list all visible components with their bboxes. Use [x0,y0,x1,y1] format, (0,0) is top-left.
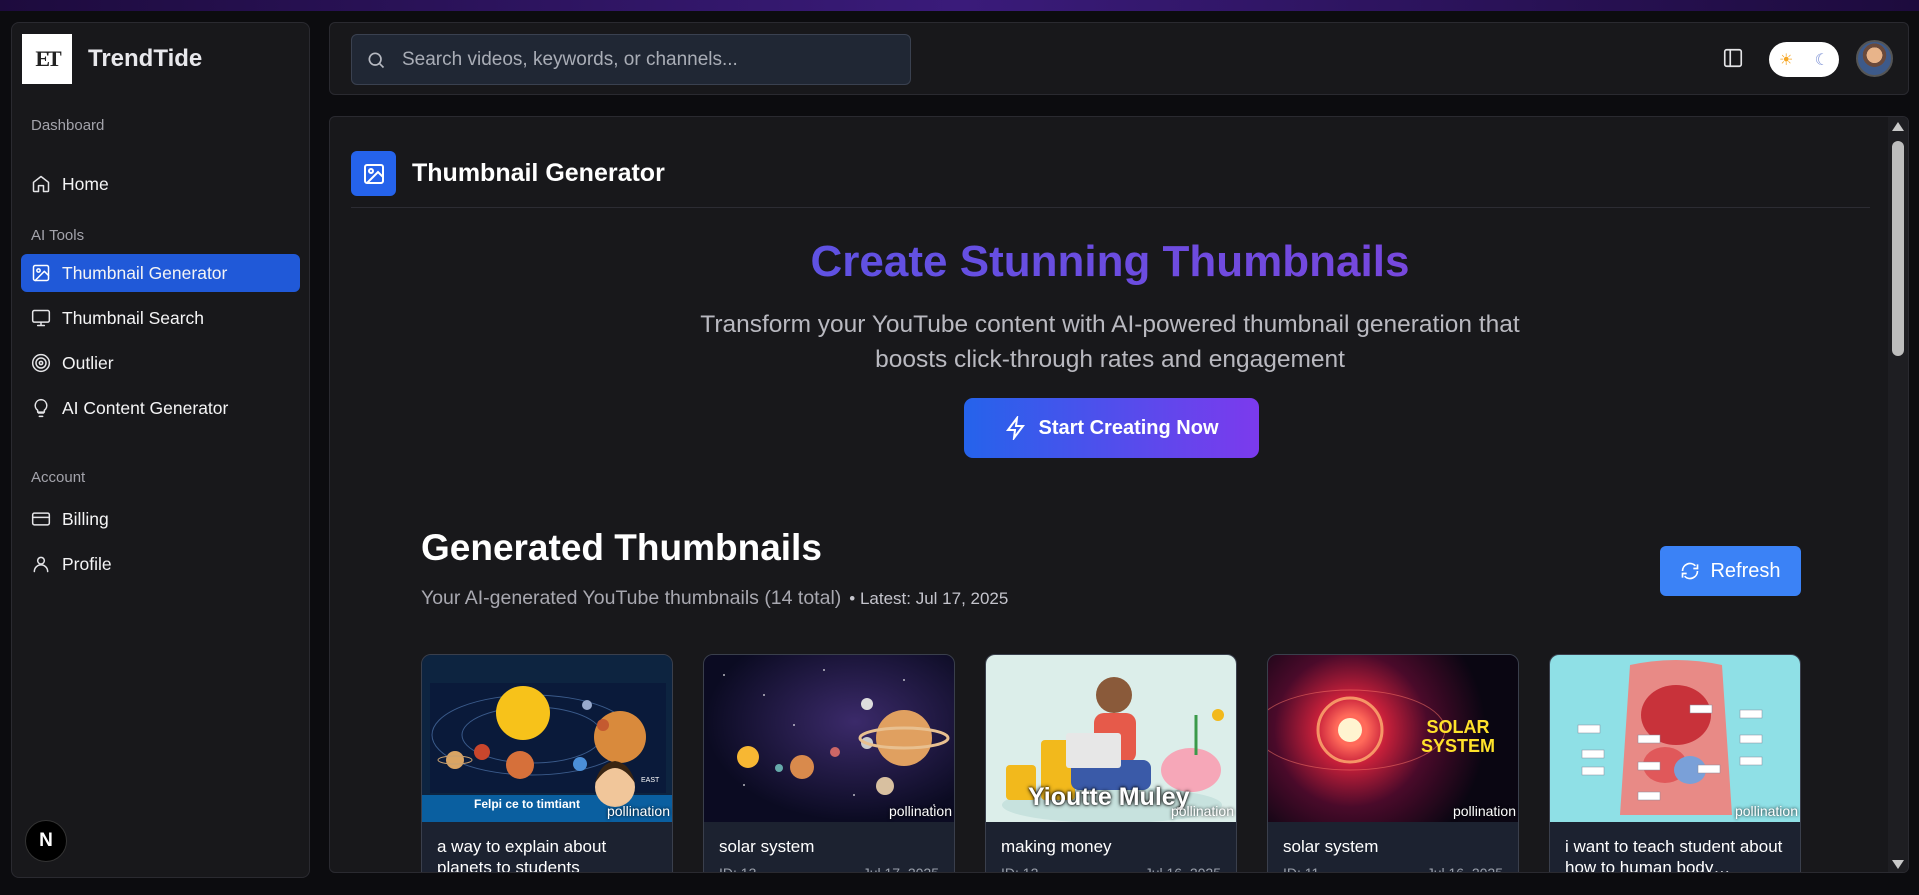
sidebar-item-billing[interactable]: Billing [21,500,300,538]
sidebar-item-thumbnail-generator[interactable]: Thumbnail Generator [21,254,300,292]
thumbnail-overlay-text: Felpi ce to timtiant [474,797,581,811]
watermark: pollination [1734,803,1798,819]
sidebar-item-home[interactable]: Home [21,165,300,203]
card-title: a way to explain about planets to studen… [437,837,607,873]
card-title: solar system [719,837,815,856]
thumbnail-card[interactable]: pollination i want to teach student abou… [1549,654,1801,873]
sidebar-item-label: Profile [62,553,112,574]
cta-label: Start Creating Now [1038,416,1219,439]
sun-icon: ☀ [1779,51,1794,69]
sidebar-toggle-button[interactable] [1722,47,1746,71]
scrollbar-thumb[interactable] [1892,141,1904,356]
watermark: pollination [888,803,952,819]
generated-title: Generated Thumbnails [421,527,822,568]
card-date: Jul 17, 2025 [862,865,939,873]
thumbnail-image[interactable]: Felpi ce to timtiant EAST pollination [422,655,672,822]
thumbnail-card[interactable]: Felpi ce to timtiant EAST pollination a … [421,654,673,873]
start-creating-button[interactable]: Start Creating Now [964,398,1259,458]
lightbulb-icon [34,398,48,418]
top-accent-bar [0,0,1919,11]
sidebar-item-profile[interactable]: Profile [21,545,300,583]
sidebar-item-label: Billing [62,508,109,529]
avatar[interactable] [1856,40,1893,77]
thumbnail-image[interactable]: Yioutte Muley pollination [986,655,1236,822]
generated-count: Your AI-generated YouTube thumbnails (14… [421,587,842,609]
image-icon [363,163,384,184]
sidebar-item-label: AI Content Generator [62,397,229,418]
space-illustration [723,669,950,806]
card-date: Jul 16, 2025 [1426,865,1503,873]
moon-icon: ☾ [1814,51,1829,69]
scrollbar[interactable] [1888,117,1908,872]
user-icon [33,556,49,573]
credit-card-icon [31,512,51,526]
refresh-button[interactable]: Refresh [1660,546,1801,596]
top-header: ☀ ☾ [329,22,1909,95]
panel-left-icon [1723,48,1743,68]
app-name[interactable]: TrendTide [88,45,202,73]
thumbnail-card[interactable]: SOLAR SYSTEM pollination solar system ID… [1267,654,1519,873]
card-meta: ID: 12 Jul 16, 2025 [1001,865,1221,873]
thumbnail-tag: EAST [641,777,660,784]
theme-toggle[interactable]: ☀ ☾ [1769,42,1839,77]
card-title: making money [1001,837,1112,856]
search-icon [368,52,385,68]
sidebar: ET TrendTide Dashboard Home AI Tools Thu… [11,22,310,878]
card-meta: ID: 11 Jul 16, 2025 [1283,865,1503,873]
hero-subtitle: Transform your YouTube content with AI-p… [700,311,1520,373]
sidebar-item-label: Outlier [62,352,114,373]
thumbnail-image[interactable]: SOLAR SYSTEM pollination [1268,655,1518,822]
sidebar-item-ai-content-generator[interactable]: AI Content Generator [21,389,300,427]
target-icon [31,353,51,373]
card-meta: ID: 13 Jul 17, 2025 [719,865,939,873]
page-header: Thumbnail Generator [351,151,665,196]
sidebar-section-account: Account [31,469,86,486]
sidebar-item-outlier[interactable]: Outlier [21,344,300,382]
thumbnail-image[interactable]: pollination [704,655,954,822]
watermark: pollination [1452,803,1516,819]
divider [351,207,1870,208]
sidebar-item-label: Thumbnail Generator [62,262,228,283]
next-badge[interactable]: N [25,820,67,862]
card-title: i want to teach student about how to hum… [1565,837,1783,873]
card-id: ID: 13 [719,865,757,873]
sidebar-item-label: Home [62,173,109,194]
home-icon [32,175,50,193]
sidebar-section-dashboard: Dashboard [31,117,105,134]
card-id: ID: 12 [1001,865,1039,873]
scroll-up-arrow[interactable] [1892,122,1904,131]
refresh-label: Refresh [1710,559,1781,582]
sidebar-section-ai-tools: AI Tools [31,227,85,244]
monitor-icon [31,309,51,327]
thumbnail-overlay-text: SOLAR SYSTEM [1420,717,1495,756]
latest-date: • Latest: Jul 17, 2025 [849,589,1009,608]
page-icon [351,151,396,196]
zap-icon [1006,416,1026,440]
refresh-icon [1682,562,1699,580]
main-content: Thumbnail Generator Create Stunning Thum… [329,116,1909,873]
hero-title: Create Stunning Thumbnails [330,237,1890,287]
sidebar-item-label: Thumbnail Search [62,307,205,328]
app-logo[interactable]: ET [22,34,72,84]
watermark: pollination [606,803,670,819]
card-id: ID: 11 [1283,865,1320,873]
scroll-down-arrow[interactable] [1892,860,1904,869]
page-title: Thumbnail Generator [412,159,665,187]
thumbnail-card[interactable]: pollination solar system ID: 13 Jul 17, … [703,654,955,873]
watermark: pollination [1170,803,1234,819]
search-input[interactable] [402,48,882,71]
search-bar[interactable] [351,34,911,85]
sidebar-item-thumbnail-search[interactable]: Thumbnail Search [21,299,300,337]
image-icon [32,264,50,282]
card-date: Jul 16, 2025 [1144,865,1221,873]
thumbnail-image[interactable]: pollination [1550,655,1800,822]
thumbnail-card[interactable]: Yioutte Muley pollination making money I… [985,654,1237,873]
anatomy-illustration [1577,660,1763,815]
thumbnail-overlay-text: Yioutte Muley [1028,783,1190,811]
card-title: solar system [1283,837,1379,856]
generated-subtitle: Your AI-generated YouTube thumbnails (14… [421,587,1008,610]
